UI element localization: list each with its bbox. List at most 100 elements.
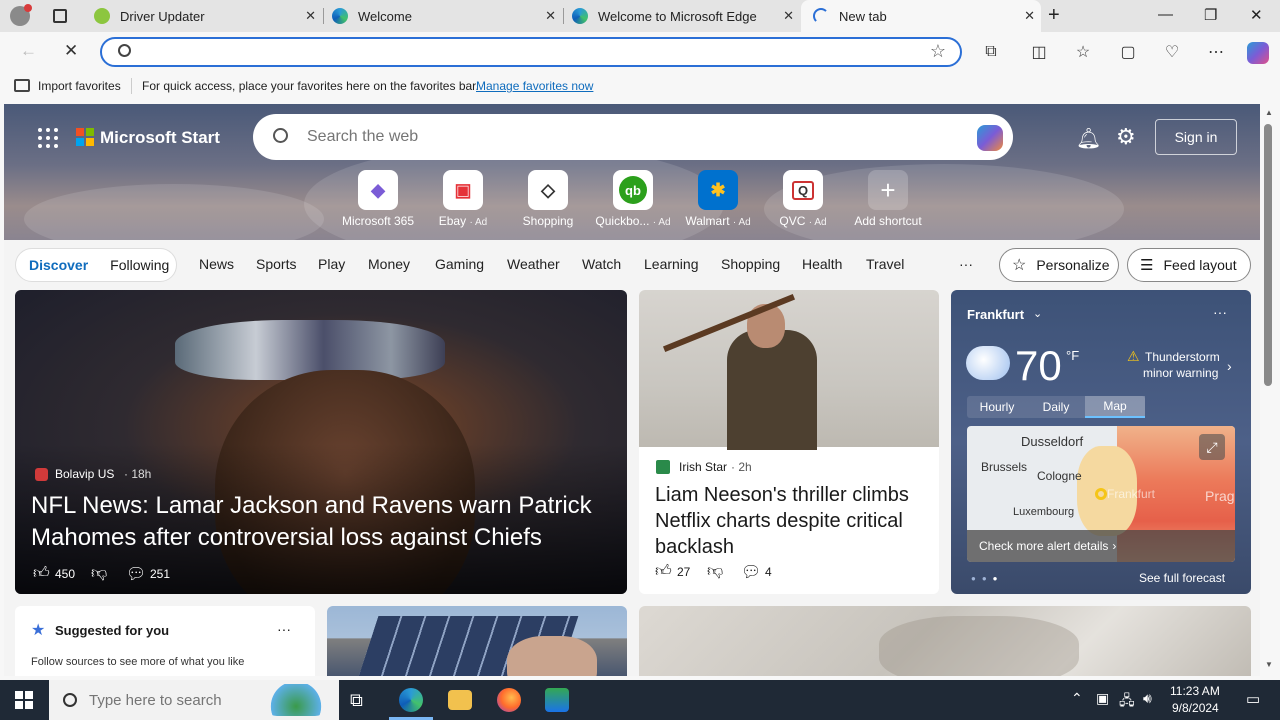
weather-tab-map[interactable]: Map — [1085, 396, 1145, 418]
scroll-down-icon[interactable]: ▼ — [1265, 660, 1273, 669]
weather-card[interactable]: Frankfurt ⌄ ··· 70 °F ⚠ Thunderstorm min… — [951, 290, 1251, 594]
file-explorer-icon[interactable] — [448, 690, 472, 710]
alert-title[interactable]: Thunderstorm — [1145, 350, 1220, 364]
alert-subtitle[interactable]: minor warning — [1143, 366, 1218, 380]
new-tab-button[interactable]: + — [1048, 4, 1060, 27]
story-headline[interactable]: Liam Neeson's thriller climbs Netflix ch… — [655, 482, 927, 560]
close-icon[interactable]: ✕ — [1024, 8, 1035, 24]
nav-weather[interactable]: Weather — [507, 256, 560, 272]
manage-favorites-link[interactable]: Manage favorites now — [476, 79, 593, 93]
shortcut-microsoft-365[interactable]: ◆ Microsoft 365 — [336, 170, 420, 228]
comment-icon[interactable]: 💬︎ — [126, 564, 146, 584]
close-icon[interactable]: ✕ — [305, 8, 316, 24]
performance-icon[interactable]: ♡ — [1162, 42, 1182, 62]
city-name[interactable]: Frankfurt — [967, 307, 1024, 322]
restore-button[interactable]: ❐ — [1204, 6, 1217, 24]
collections-icon[interactable]: ▢ — [1118, 42, 1138, 62]
personalize-button[interactable]: ☆ Personalize — [999, 248, 1119, 282]
feed-layout-button[interactable]: ☰ Feed layout — [1127, 248, 1251, 282]
page-scrollbar[interactable]: ▲ ▼ — [1260, 104, 1280, 676]
notification-center-icon[interactable]: ▭ — [1246, 690, 1260, 708]
taskbar-search[interactable] — [49, 680, 339, 720]
tray-chevron-icon[interactable]: ⌃ — [1071, 690, 1083, 707]
shortcut-shopping[interactable]: ◇ Shopping — [506, 170, 590, 228]
alert-details-bar[interactable]: Check more alert details › — [967, 530, 1235, 562]
import-favorites-button[interactable]: Import favorites — [38, 79, 121, 93]
back-button[interactable]: ← — [20, 41, 37, 61]
favorites-icon[interactable]: ☆ — [1073, 42, 1093, 62]
network-icon[interactable]: 🖧︎ — [1119, 690, 1135, 714]
top-story-card[interactable]: Bolavip US · 18h NFL News: Lamar Jackson… — [15, 290, 627, 594]
settings-gear-icon[interactable]: ⚙ — [1116, 124, 1136, 150]
minimize-button[interactable]: — — [1158, 6, 1173, 23]
taskbar-search-input[interactable] — [89, 691, 259, 709]
edge-taskbar-icon[interactable] — [399, 688, 423, 712]
more-options-icon[interactable]: ··· — [277, 621, 291, 637]
story-card-solar[interactable] — [327, 606, 627, 676]
like-icon[interactable]: 👍︎ — [655, 562, 672, 581]
nav-shopping[interactable]: Shopping — [721, 256, 780, 272]
nav-sports[interactable]: Sports — [256, 256, 296, 272]
weather-tab-daily[interactable]: Daily — [1027, 396, 1085, 418]
extensions-icon[interactable]: ⧉ — [981, 42, 1001, 62]
web-search-box[interactable] — [253, 114, 1013, 160]
close-icon[interactable]: ✕ — [783, 8, 794, 24]
chevron-down-icon[interactable]: ⌄ — [1033, 307, 1042, 320]
tab-driver-updater[interactable]: Driver Updater ✕ — [86, 0, 322, 32]
close-icon[interactable]: ✕ — [545, 8, 556, 24]
carousel-dots[interactable]: ●●● — [971, 574, 1004, 583]
weather-map[interactable]: ⤢ Dusseldorf Brussels Cologne Luxembourg… — [967, 426, 1235, 562]
scroll-thumb[interactable] — [1264, 124, 1272, 386]
copilot-icon[interactable] — [977, 125, 1003, 151]
firefox-icon[interactable] — [497, 688, 521, 712]
favorite-star-icon[interactable]: ☆ — [930, 41, 946, 62]
add-shortcut-button[interactable]: + Add shortcut — [846, 170, 930, 228]
tab-welcome[interactable]: Welcome ✕ — [324, 0, 562, 32]
alert-details-link[interactable]: Check more alert details — [979, 539, 1108, 553]
task-view-icon[interactable]: ⧉ — [350, 690, 363, 711]
volume-icon[interactable]: 🔊︎ — [1143, 690, 1152, 707]
brand-title[interactable]: Microsoft Start — [100, 128, 220, 148]
suggested-card[interactable]: ★ Suggested for you ··· Follow sources t… — [15, 606, 315, 676]
chevron-right-icon[interactable]: › — [1227, 358, 1232, 374]
nav-learning[interactable]: Learning — [644, 256, 699, 272]
copilot-icon[interactable] — [1247, 42, 1269, 64]
address-bar[interactable]: ☆ — [100, 37, 962, 67]
more-options-icon[interactable]: ··· — [1213, 304, 1227, 320]
clock-date[interactable]: 9/8/2024 — [1172, 701, 1219, 715]
weather-tab-hourly[interactable]: Hourly — [967, 396, 1027, 418]
notifications-bell-icon[interactable]: 🔔︎ — [1076, 126, 1101, 151]
nav-play[interactable]: Play — [318, 256, 345, 272]
stop-button[interactable]: ✕ — [64, 41, 78, 61]
address-input[interactable] — [142, 42, 902, 62]
profile-icon[interactable] — [10, 4, 32, 26]
tab-following[interactable]: Following — [110, 257, 169, 273]
tray-app-icon[interactable]: ▣ — [1096, 690, 1109, 707]
expand-map-icon[interactable]: ⤢ — [1199, 434, 1225, 460]
shortcut-quickbooks[interactable]: qb Quickbo... · Ad — [591, 170, 675, 228]
more-menu-icon[interactable]: ⋯ — [1206, 42, 1226, 62]
story-source[interactable]: Bolavip US — [55, 467, 114, 481]
scroll-up-icon[interactable]: ▲ — [1265, 108, 1273, 117]
more-nav-button[interactable]: ··· — [959, 256, 973, 272]
story-card-bed[interactable] — [639, 606, 1251, 676]
clock-time[interactable]: 11:23 AM — [1170, 684, 1220, 698]
nav-watch[interactable]: Watch — [582, 256, 621, 272]
tab-discover[interactable]: Discover — [29, 257, 88, 273]
tab-actions-icon[interactable] — [53, 9, 67, 23]
tab-new-tab[interactable]: New tab ✕ — [801, 0, 1041, 32]
shortcut-qvc[interactable]: Q QVC · Ad — [761, 170, 845, 228]
dislike-icon[interactable]: 👎︎ — [91, 564, 107, 583]
comment-icon[interactable]: 💬︎ — [741, 562, 761, 582]
nav-health[interactable]: Health — [802, 256, 842, 272]
story-card[interactable]: Irish Star · 2h Liam Neeson's thriller c… — [639, 290, 939, 594]
dislike-icon[interactable]: 👎︎ — [707, 562, 723, 581]
web-search-input[interactable] — [307, 126, 947, 148]
app-taskbar-icon[interactable] — [545, 688, 569, 712]
import-favorites-icon[interactable] — [14, 79, 30, 92]
split-screen-icon[interactable]: ◫ — [1029, 42, 1049, 62]
like-icon[interactable]: 👍︎ — [33, 564, 50, 583]
window-close-button[interactable]: ✕ — [1250, 6, 1263, 24]
shortcut-walmart[interactable]: ✱ Walmart · Ad — [676, 170, 760, 228]
nav-money[interactable]: Money — [368, 256, 410, 272]
